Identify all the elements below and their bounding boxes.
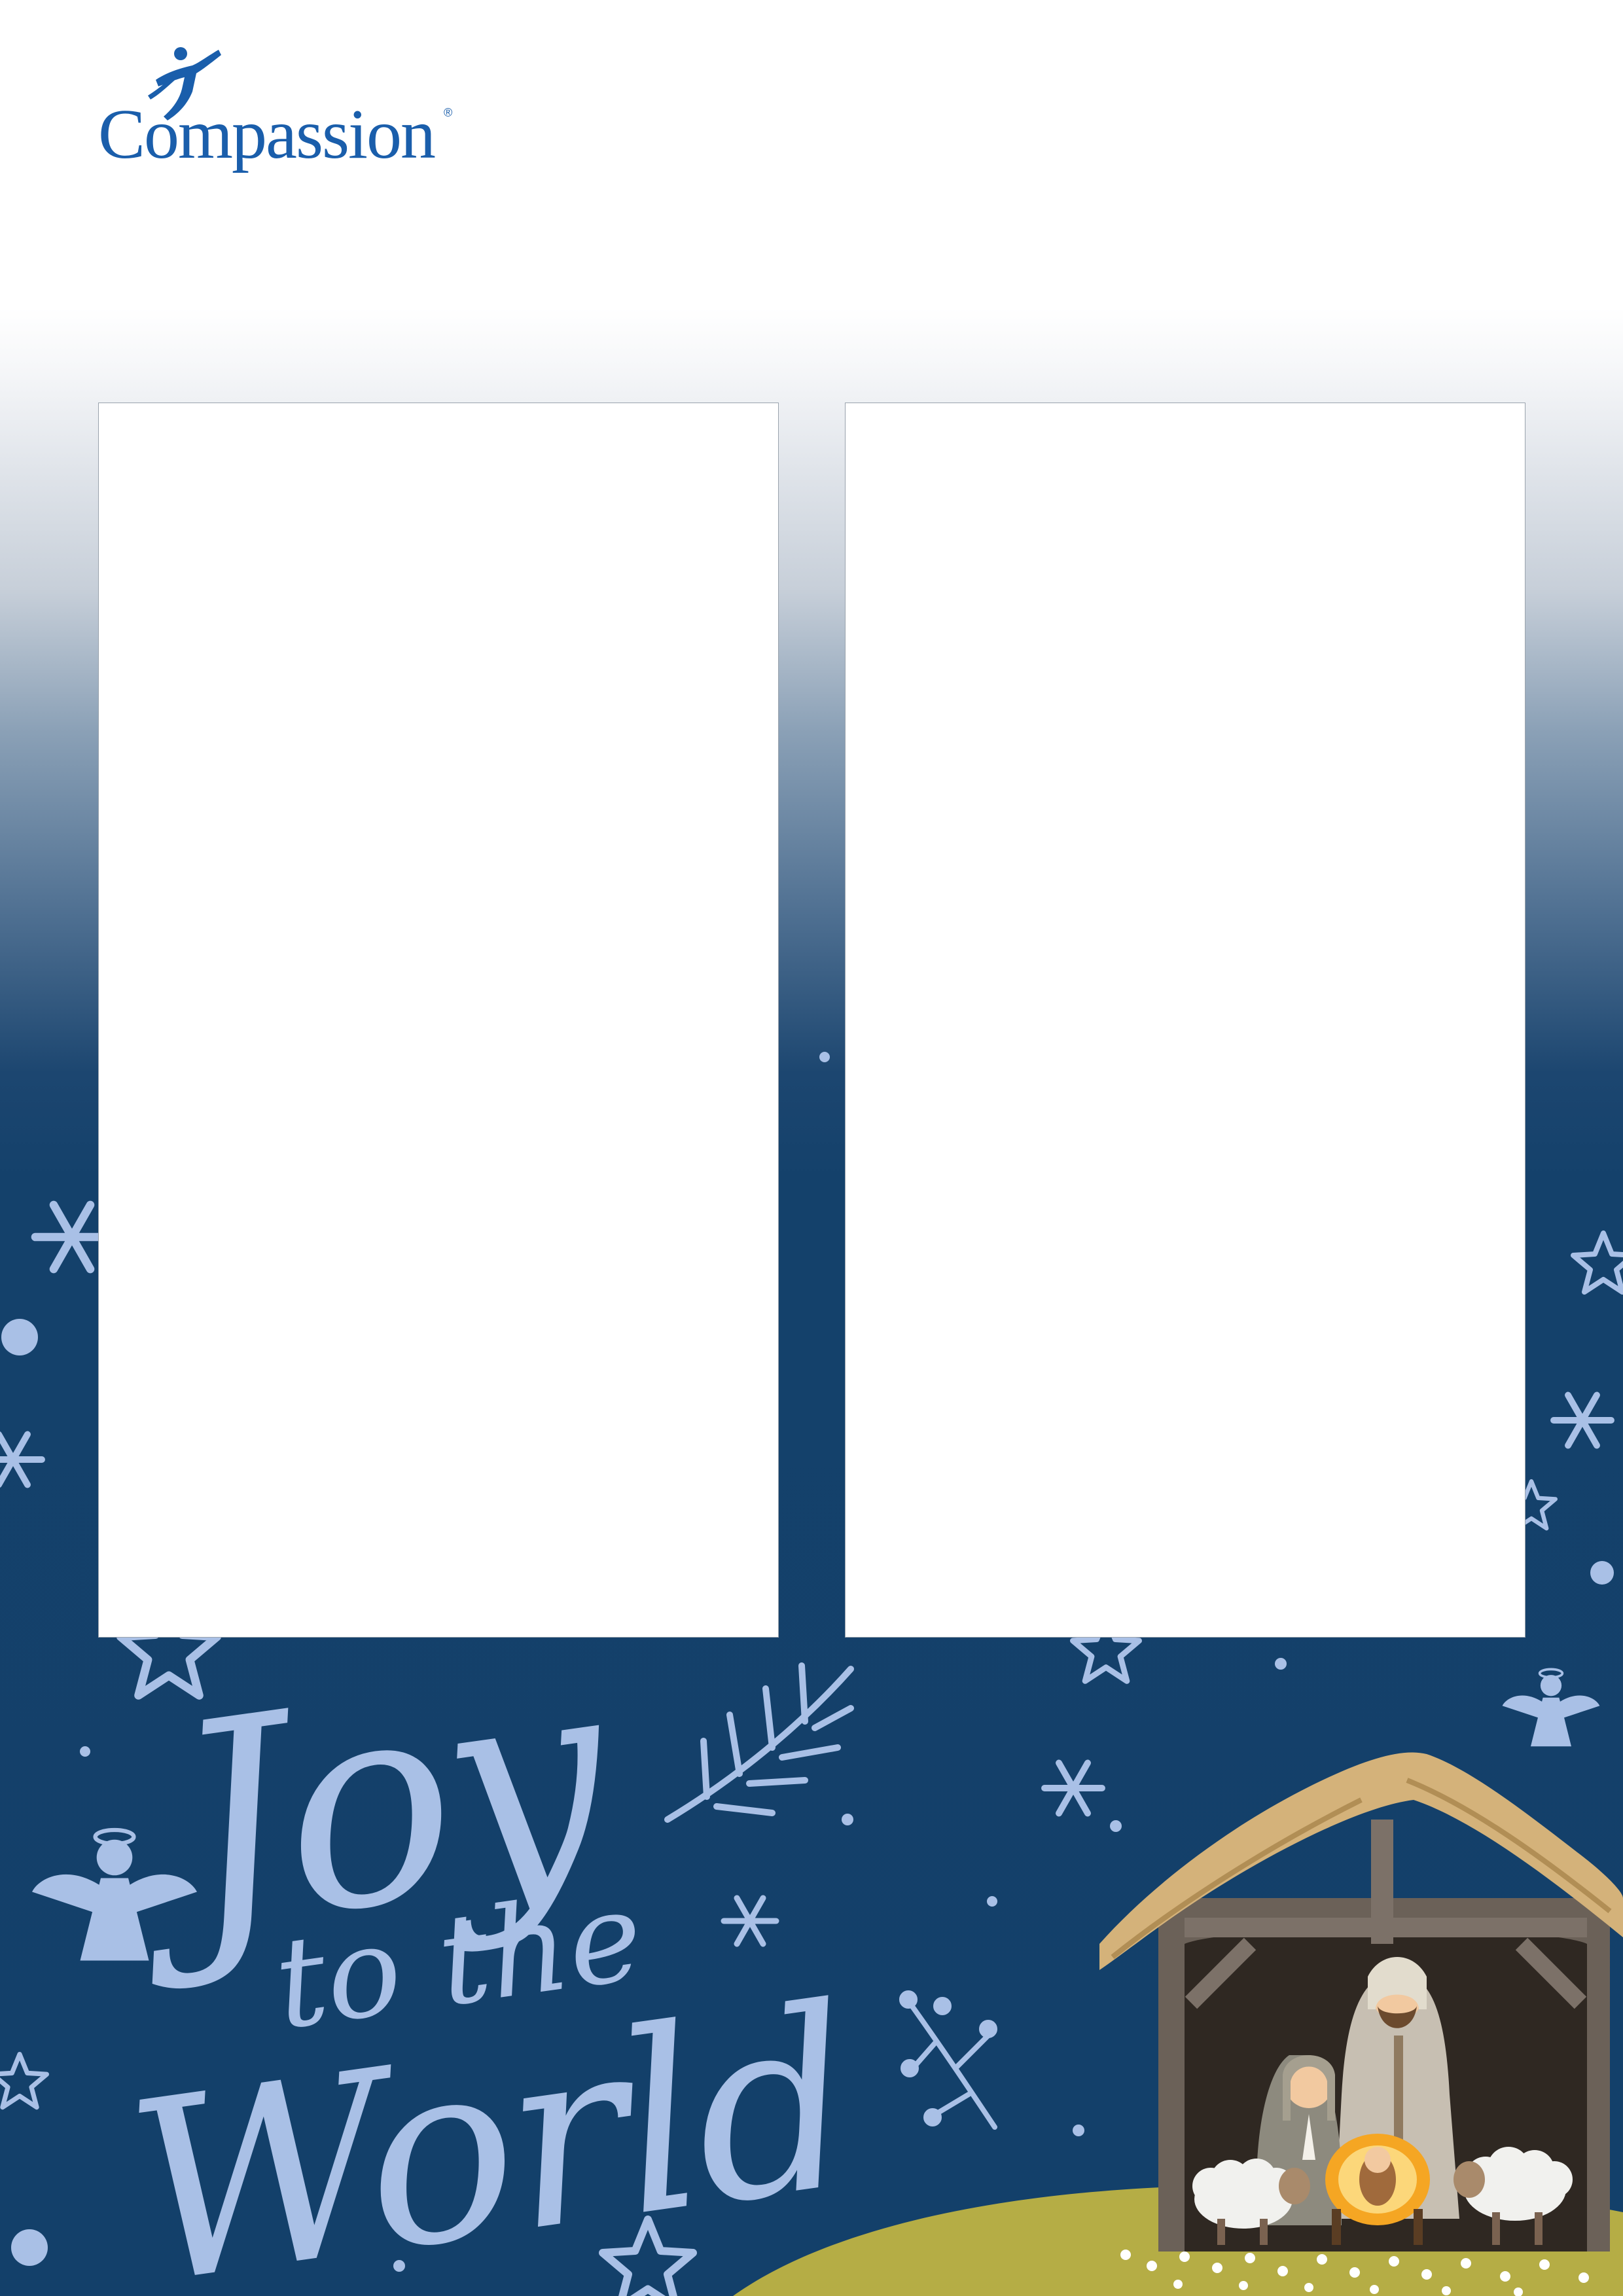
- star-icon: [0, 2054, 46, 2108]
- nativity-stable-illustration: [733, 1752, 1623, 2296]
- star-icon: [1573, 1233, 1623, 1292]
- snowflake-icon: [0, 1435, 42, 1485]
- angel-icon: [32, 1830, 197, 1961]
- right-photo-frame: [845, 403, 1525, 1638]
- left-photo-frame: [98, 403, 779, 1638]
- snowflake-icon: [1554, 1395, 1611, 1446]
- card-background: Compassion ® Joy to the World: [0, 0, 1623, 2296]
